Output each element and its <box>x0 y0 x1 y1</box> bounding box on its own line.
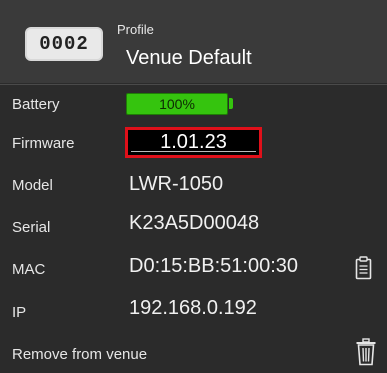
firmware-value-box: 1.01.23 <box>125 127 262 158</box>
battery-terminal <box>229 98 233 109</box>
mac-label: MAC <box>12 261 46 278</box>
firmware-label: Firmware <box>12 135 75 152</box>
trash-icon[interactable] <box>355 338 377 366</box>
ip-label: IP <box>12 304 27 321</box>
model-label: Model <box>12 177 53 194</box>
header-divider <box>0 84 387 85</box>
firmware-underline <box>131 151 256 152</box>
device-id-badge[interactable]: 0002 <box>25 27 103 61</box>
device-header: 0002 Profile Venue Default <box>0 0 387 83</box>
profile-caption: Profile <box>117 22 154 37</box>
remove-from-venue-button[interactable]: Remove from venue <box>12 346 147 363</box>
serial-label: Serial <box>12 219 51 236</box>
copy-icon[interactable] <box>355 256 375 282</box>
battery-value: 100% <box>159 96 195 112</box>
battery-indicator: 100% <box>126 93 228 115</box>
mac-value: D0:15:BB:51:00:30 <box>129 255 299 277</box>
serial-value: K23A5D00048 <box>129 212 260 234</box>
ip-value: 192.168.0.192 <box>129 297 257 319</box>
model-value: LWR-1050 <box>129 173 224 195</box>
profile-name[interactable]: Venue Default <box>126 47 252 70</box>
battery-label: Battery <box>12 96 60 113</box>
